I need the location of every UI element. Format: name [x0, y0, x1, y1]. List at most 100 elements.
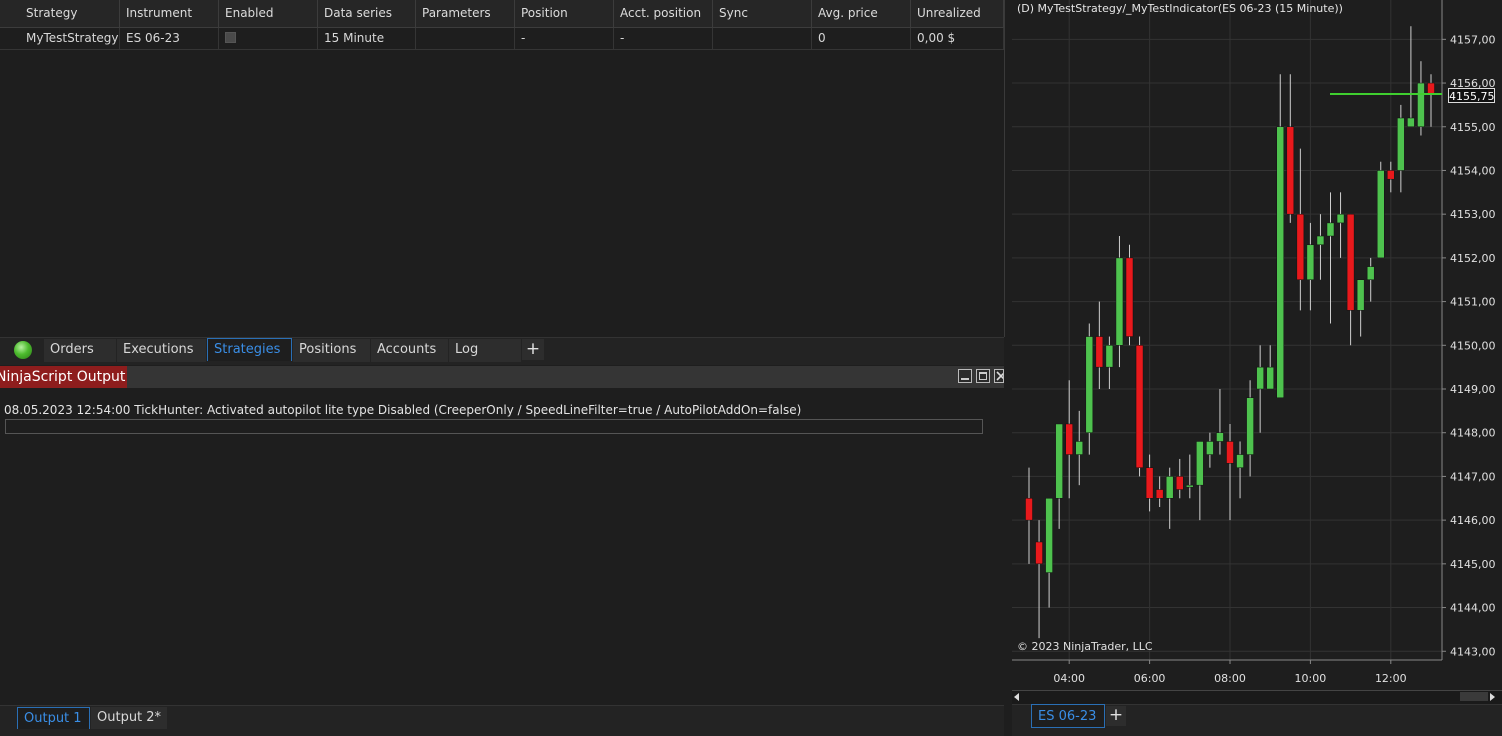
col-strategy[interactable]: Strategy [20, 0, 120, 27]
candle-body [1336, 213, 1345, 224]
tab-accounts[interactable]: Accounts [371, 339, 448, 362]
cell-strategy: MyTestStrategy [20, 28, 120, 49]
cell-sync [713, 28, 812, 49]
cell-enabled [219, 28, 318, 49]
output-title: NinjaScript Output [0, 366, 127, 388]
close-icon[interactable] [994, 369, 1004, 383]
tab-orders[interactable]: Orders [44, 339, 116, 362]
y-tick-label: 4145,00 [1450, 558, 1496, 571]
col-enabled[interactable]: Enabled [219, 0, 318, 27]
col-parameters[interactable]: Parameters [416, 0, 515, 27]
tab-strategies[interactable]: Strategies [207, 338, 292, 361]
candle-body [1356, 279, 1365, 311]
candle-body [1065, 423, 1073, 455]
grid-header: Strategy Instrument Enabled Data series … [0, 0, 1004, 28]
candle-body [1427, 82, 1435, 95]
connection-status-icon [14, 341, 32, 359]
scroll-thumb[interactable] [1460, 692, 1488, 701]
candle-body [1216, 432, 1224, 442]
candle-body [1407, 117, 1415, 128]
candle-body [1206, 441, 1214, 455]
candle-body [1145, 467, 1154, 499]
candle-body [1115, 257, 1124, 346]
col-data-series[interactable]: Data series [318, 0, 416, 27]
y-tick-label: 4147,00 [1450, 470, 1496, 483]
x-tick-label: 10:00 [1295, 672, 1327, 685]
candle-body [1346, 213, 1355, 311]
chart-scrollbar[interactable] [1012, 690, 1502, 704]
maximize-icon[interactable] [976, 369, 990, 383]
scroll-left-icon[interactable] [1014, 693, 1019, 701]
candle-body [1236, 454, 1244, 468]
y-tick-label: 4143,00 [1450, 645, 1496, 658]
candle-body [1306, 244, 1315, 280]
output-input[interactable] [5, 419, 983, 434]
price-chart[interactable]: 4157,004156,004155,004154,004153,004152,… [1012, 0, 1502, 690]
candle-body [1105, 345, 1114, 368]
col-avg-price[interactable]: Avg. price [812, 0, 911, 27]
col-instrument[interactable]: Instrument [120, 0, 219, 27]
scroll-right-icon[interactable] [1490, 693, 1495, 701]
candle-body [1326, 222, 1335, 237]
last-price-label: 4155,75 [1448, 88, 1495, 103]
cell-parameters [416, 28, 515, 49]
tab-executions[interactable]: Executions [117, 339, 206, 362]
candle-body [1085, 336, 1094, 433]
candle-body [1266, 366, 1274, 390]
candle-body [1075, 441, 1083, 455]
candle-body [1045, 498, 1053, 573]
cell-data-series: 15 Minute [318, 28, 416, 49]
tab-log[interactable]: Log [449, 339, 521, 362]
copyright-text: © 2023 NinjaTrader, LLC [1017, 640, 1153, 653]
y-tick-label: 4148,00 [1450, 427, 1496, 440]
cell-position: - [515, 28, 614, 49]
y-tick-label: 4154,00 [1450, 164, 1496, 177]
candle-body [1366, 266, 1375, 280]
y-tick-label: 4152,00 [1450, 252, 1496, 265]
y-tick-label: 4144,00 [1450, 602, 1496, 615]
col-position[interactable]: Position [515, 0, 614, 27]
candle-body [1276, 126, 1284, 398]
chart-grid [1012, 0, 1442, 660]
x-tick-label: 12:00 [1375, 672, 1407, 685]
cell-unrealized: 0,00 $ [911, 28, 1004, 49]
candle-body [1397, 117, 1405, 171]
candle-body [1165, 476, 1174, 499]
add-tab-button[interactable]: + [522, 339, 544, 360]
candle-body [1186, 484, 1194, 488]
output-log-line: 08.05.2023 12:54:00 TickHunter: Activate… [4, 403, 802, 417]
add-chart-tab-button[interactable]: + [1106, 706, 1126, 726]
candle-body [1316, 235, 1325, 246]
col-acct-position[interactable]: Acct. position [614, 0, 713, 27]
candle-body [1296, 213, 1305, 280]
strategies-grid: Strategy Instrument Enabled Data series … [0, 0, 1005, 337]
candle-body [1377, 170, 1385, 259]
tab-output-1[interactable]: Output 1 [17, 707, 90, 729]
y-tick-label: 4157,00 [1450, 33, 1496, 46]
col-unrealized[interactable]: Unrealized [911, 0, 1004, 27]
cell-instrument: ES 06-23 [120, 28, 219, 49]
candle-body [1387, 170, 1395, 180]
enabled-checkbox[interactable] [225, 32, 236, 43]
time-axis: 04:00 06:00 08:00 10:00 12:00 [1012, 659, 1442, 685]
x-tick-label: 04:00 [1053, 672, 1085, 685]
y-tick-label: 4150,00 [1450, 339, 1496, 352]
y-tick-label: 4151,00 [1450, 296, 1496, 309]
col-sync[interactable]: Sync [713, 0, 812, 27]
y-tick-label: 4153,00 [1450, 208, 1496, 221]
candle-body [1286, 126, 1295, 215]
candle-body [1035, 541, 1043, 565]
tab-positions[interactable]: Positions [293, 339, 370, 362]
tab-output-2[interactable]: Output 2* [91, 707, 167, 729]
tab-chart-instrument[interactable]: ES 06-23 [1031, 704, 1105, 728]
candle-body [1095, 336, 1104, 368]
table-row[interactable]: MyTestStrategy ES 06-23 15 Minute - - 0 … [0, 28, 1004, 50]
candle-body [1155, 489, 1164, 499]
cell-acct-position: - [614, 28, 713, 49]
candle-body [1226, 441, 1234, 464]
candle-body [1256, 366, 1264, 390]
y-tick-label: 4146,00 [1450, 514, 1496, 527]
candle-body [1135, 345, 1144, 468]
candle-body [1055, 423, 1063, 499]
minimize-icon[interactable] [958, 369, 972, 383]
